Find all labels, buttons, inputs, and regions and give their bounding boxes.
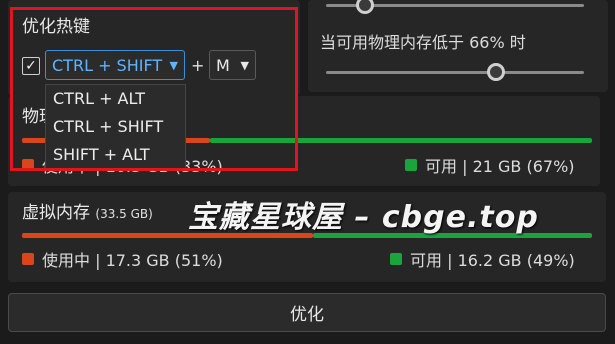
used-color-icon <box>22 159 34 171</box>
physical-free-text: 可用 | 21 GB (67%) <box>425 157 575 176</box>
key-select-value: M <box>216 55 230 75</box>
used-color-icon <box>22 253 34 265</box>
modifier-select[interactable]: CTRL + SHIFT ▼ <box>45 50 185 80</box>
modifier-option[interactable]: SHIFT + ALT <box>46 141 185 169</box>
virtual-memory-size: (33.5 GB) <box>95 207 153 221</box>
optimize-button[interactable]: 优化 <box>8 293 606 332</box>
checkmark-icon: ✓ <box>25 58 37 74</box>
physical-free-bar <box>210 138 592 143</box>
hotkey-enabled-checkbox[interactable]: ✓ <box>22 57 40 75</box>
physical-free-legend: 可用 | 21 GB (67%) <box>405 153 575 177</box>
free-color-icon <box>405 159 417 171</box>
modifier-option[interactable]: CTRL + ALT <box>46 85 185 113</box>
hotkey-title: 优化热键 <box>22 17 90 37</box>
watermark: 宝藏星球屋 – cbge.top <box>188 200 539 235</box>
plus-sign: + <box>191 56 205 75</box>
virtual-memory-label: 虚拟内存 <box>22 203 90 223</box>
key-select[interactable]: M ▼ <box>209 50 256 80</box>
modifier-dropdown: CTRL + ALT CTRL + SHIFT SHIFT + ALT <box>45 84 186 170</box>
threshold-label: 当可用物理内存低于 66% 时 <box>320 33 526 52</box>
virtual-memory-title: 虚拟内存 (33.5 GB) <box>22 198 153 223</box>
virtual-free-legend: 可用 | 16.2 GB (49%) <box>390 247 575 271</box>
chevron-down-icon: ▼ <box>169 58 178 72</box>
virtual-free-text: 可用 | 16.2 GB (49%) <box>410 251 575 270</box>
chevron-down-icon: ▼ <box>240 58 249 72</box>
virtual-used-legend: 使用中 | 17.3 GB (51%) <box>22 247 223 271</box>
modifier-option[interactable]: CTRL + SHIFT <box>46 113 185 141</box>
free-color-icon <box>390 253 402 265</box>
virtual-used-text: 使用中 | 17.3 GB (51%) <box>42 251 223 270</box>
modifier-select-value: CTRL + SHIFT <box>52 55 163 75</box>
threshold-slider-track[interactable] <box>326 71 584 74</box>
